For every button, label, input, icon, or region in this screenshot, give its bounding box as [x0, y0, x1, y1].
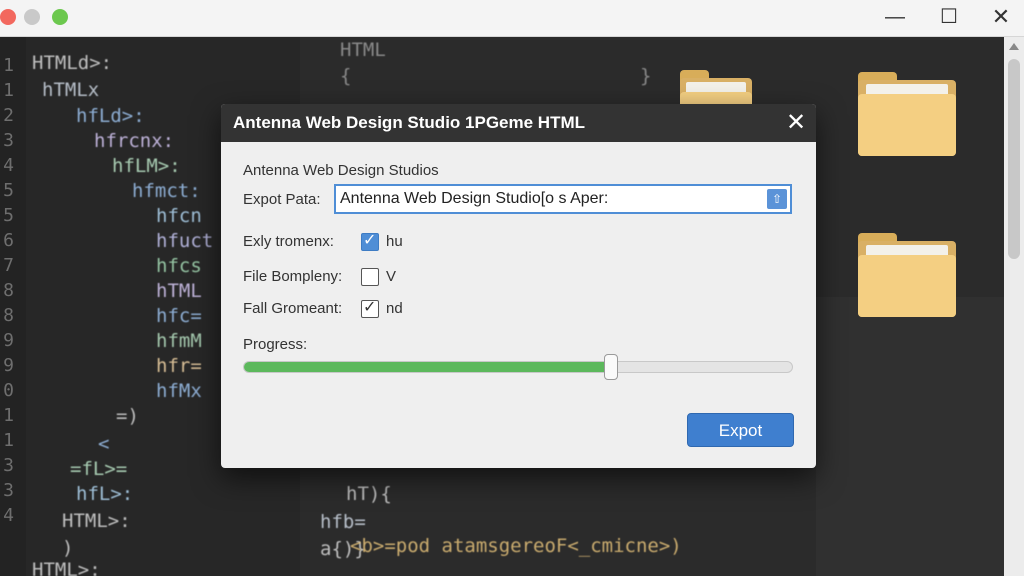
code-line: HTML — [340, 39, 386, 61]
progress-fill — [244, 362, 611, 372]
line-number: 9 — [3, 330, 14, 351]
code-line: hTML — [156, 280, 202, 302]
code-line: hfcn — [156, 205, 202, 227]
code-line: hfMx — [156, 380, 202, 402]
code-line: HTML>: — [32, 559, 101, 576]
line-number: 1 — [3, 55, 14, 76]
line-number: 3 — [3, 480, 14, 501]
line-number: 6 — [3, 230, 14, 251]
checkmark-icon: ✓ — [363, 299, 377, 316]
dialog-title: Antenna Web Design Studio 1PGeme HTML — [233, 113, 585, 132]
code-line: =) — [116, 405, 139, 427]
code-line: hfcs — [156, 255, 202, 277]
line-number: 8 — [3, 280, 14, 301]
line-number: 5 — [3, 205, 14, 226]
code-line: hfL>: — [76, 483, 134, 505]
code-line: hTMLx — [42, 79, 100, 101]
code-line: hfmM — [156, 330, 202, 352]
folder-icon[interactable] — [858, 233, 956, 317]
code-line: HTML>: — [62, 510, 131, 532]
line-number: 1 — [3, 430, 14, 451]
export-path-input[interactable] — [340, 188, 760, 210]
line-number: 3 — [3, 130, 14, 151]
progress-slider[interactable] — [243, 354, 793, 380]
line-number: 7 — [3, 255, 14, 276]
option-label: Exly tromenx: — [243, 233, 334, 250]
option-checkbox[interactable] — [361, 268, 379, 286]
export-path-label: Expot Pata: — [243, 191, 321, 208]
option-value: nd — [386, 300, 403, 317]
code-line: hfLM>: — [112, 155, 181, 177]
progress-handle[interactable] — [604, 354, 618, 380]
folder-icon[interactable] — [858, 72, 956, 156]
code-line: hfc= — [156, 305, 202, 327]
option-checkbox[interactable]: ✓ — [361, 232, 379, 251]
line-number: 1 — [3, 80, 14, 101]
zoom-traffic-light[interactable] — [52, 9, 68, 25]
line-number: 8 — [3, 305, 14, 326]
line-number: 0 — [3, 380, 14, 401]
scrollbar-thumb[interactable] — [1008, 59, 1020, 259]
code-line: hfLd>: — [76, 105, 145, 127]
code-line: <b>=pod atamsgereoF<_cmicne>) — [350, 535, 682, 557]
line-number: 3 — [3, 455, 14, 476]
editor-side-panel — [816, 297, 1004, 576]
code-line: hT){ — [346, 483, 392, 505]
checkmark-icon: ✓ — [363, 232, 377, 249]
line-number: 5 — [3, 180, 14, 201]
line-number: 1 — [3, 405, 14, 426]
export-path-field[interactable]: ⇧ — [334, 184, 792, 214]
close-traffic-light[interactable] — [0, 9, 16, 25]
option-label: Fall Gromeant: — [243, 300, 343, 317]
export-dialog: Antenna Web Design Studio 1PGeme HTML ✕ … — [221, 104, 816, 468]
code-line: hfmct: — [132, 180, 201, 202]
code-line: } — [640, 65, 652, 87]
close-icon[interactable]: ✕ — [986, 4, 1016, 30]
code-line: hfb= — [320, 511, 366, 533]
scroll-up-icon[interactable] — [1009, 43, 1019, 50]
browse-icon[interactable]: ⇧ — [767, 189, 787, 209]
maximize-icon[interactable]: ☐ — [934, 4, 964, 30]
code-line: hfrcnx: — [94, 130, 175, 152]
minimize-traffic-light[interactable] — [24, 9, 40, 25]
option-checkbox[interactable]: ✓ — [361, 299, 379, 318]
progress-label: Progress: — [243, 336, 308, 353]
code-line: hfr= — [156, 355, 202, 377]
vertical-scrollbar[interactable] — [1004, 37, 1024, 576]
code-line: { — [340, 65, 352, 87]
code-line: HTMLd>: — [32, 52, 113, 74]
code-line: =fL>= — [70, 458, 128, 480]
line-number: 2 — [3, 105, 14, 126]
option-value: hu — [386, 233, 403, 250]
dialog-titlebar: Antenna Web Design Studio 1PGeme HTML ✕ — [221, 104, 816, 142]
line-number: 4 — [3, 505, 14, 526]
code-line: ) — [62, 537, 74, 559]
minimize-icon[interactable]: — — [880, 4, 910, 30]
export-button[interactable]: Expot — [687, 413, 794, 447]
code-line: < — [98, 433, 110, 455]
code-line: hfuct — [156, 230, 214, 252]
folder-icon[interactable] — [680, 70, 752, 108]
option-value: V — [386, 268, 397, 285]
line-number: 4 — [3, 155, 14, 176]
window-titlebar: — ☐ ✕ — [0, 0, 1024, 37]
close-icon[interactable]: ✕ — [783, 110, 809, 136]
option-label: File Bompleny: — [243, 268, 343, 285]
line-number: 9 — [3, 355, 14, 376]
dialog-heading: Antenna Web Design Studios — [243, 162, 439, 179]
